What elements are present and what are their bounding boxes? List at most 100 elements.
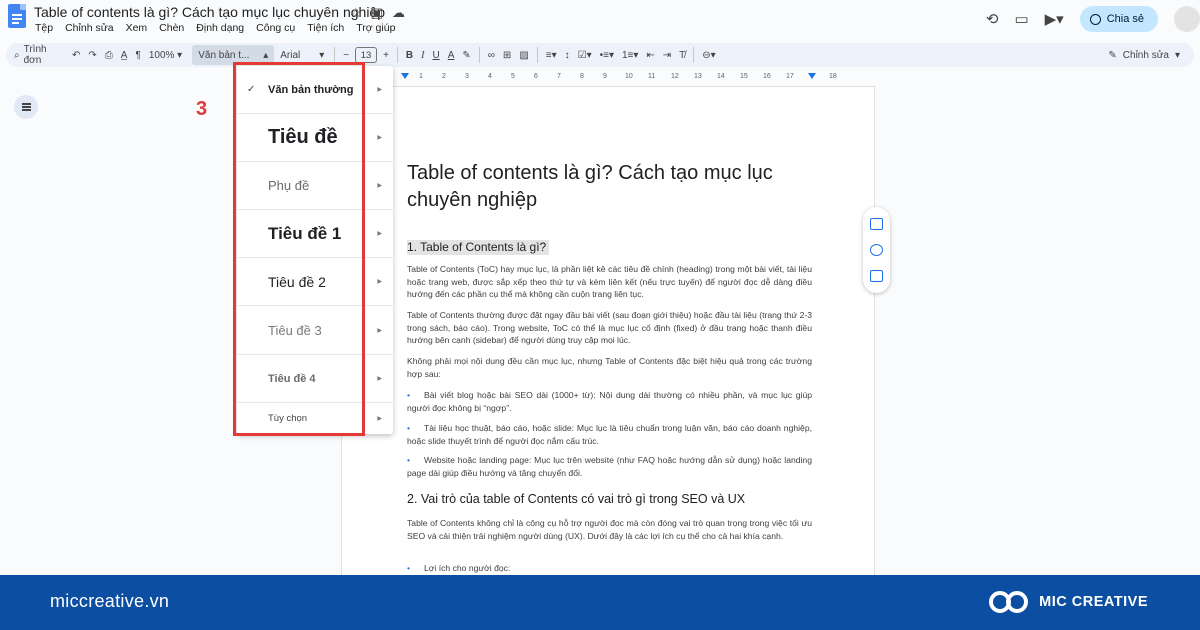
font-size-input[interactable]: 13 bbox=[355, 47, 378, 63]
website-url[interactable]: miccreative.vn bbox=[50, 591, 169, 612]
highlight-frame bbox=[233, 62, 365, 436]
footer-banner: miccreative.vn MIC CREATIVE bbox=[0, 575, 1200, 630]
right-indent-marker[interactable] bbox=[808, 73, 816, 79]
zoom-select[interactable]: 100% ▾ bbox=[145, 45, 186, 65]
paragraph[interactable]: Table of Contents không chỉ là công cụ h… bbox=[407, 517, 812, 542]
menu-edit[interactable]: Chỉnh sửa bbox=[64, 22, 114, 34]
ruler-tick: 4 bbox=[488, 73, 492, 80]
list-item-text: Lợi ích cho người đọc: bbox=[424, 563, 511, 573]
heading-1-selected[interactable]: 1. Table of Contents là gì? bbox=[407, 240, 550, 255]
paint-format-icon[interactable]: ¶ bbox=[131, 45, 144, 65]
zoom-value: 100% bbox=[148, 49, 175, 61]
list-item[interactable]: • Bài viết blog hoặc bài SEO dài (1000+ t… bbox=[407, 389, 812, 414]
move-folder-icon[interactable]: ▣ bbox=[371, 5, 383, 21]
clear-formatting-icon[interactable]: T̸ bbox=[675, 45, 689, 65]
document-title[interactable]: Table of contents là gì? Cách tạo mục lụ… bbox=[34, 4, 385, 20]
increase-font-size-button[interactable]: + bbox=[379, 45, 393, 65]
share-button[interactable]: Chia sẻ bbox=[1079, 6, 1158, 32]
text-color-icon[interactable]: A bbox=[444, 45, 459, 65]
list-icon bbox=[21, 106, 31, 108]
ruler-tick: 3 bbox=[465, 73, 469, 80]
menu-insert[interactable]: Chèn bbox=[158, 22, 185, 34]
list-item[interactable]: • Tài liệu học thuật, báo cáo, hoặc slide… bbox=[407, 422, 812, 447]
ruler-tick: 17 bbox=[786, 73, 794, 80]
menu-extensions[interactable]: Tiện ích bbox=[306, 22, 345, 34]
docs-logo-icon[interactable] bbox=[8, 4, 26, 28]
heading-2[interactable]: 2. Vai trò của table of Contents có vai … bbox=[407, 492, 745, 506]
add-comment-icon[interactable]: ⊞ bbox=[499, 45, 515, 65]
toolbar-divider bbox=[334, 47, 336, 63]
toolbar-divider bbox=[396, 47, 398, 63]
document-outline-button[interactable] bbox=[14, 95, 38, 119]
left-indent-marker[interactable] bbox=[401, 73, 409, 79]
spellcheck-icon[interactable]: A̲ bbox=[117, 45, 132, 65]
font-value: Arial bbox=[280, 49, 301, 61]
meet-icon[interactable]: ▶▾ bbox=[1045, 10, 1064, 28]
menu-search-label: Trình đơn bbox=[23, 44, 47, 66]
add-comment-icon[interactable] bbox=[870, 218, 883, 230]
title-actions: ☆ ▣ ☁ bbox=[350, 5, 405, 21]
increase-indent-icon[interactable]: ⇥ bbox=[659, 45, 675, 65]
italic-icon[interactable]: I bbox=[417, 45, 428, 65]
ruler-tick: 6 bbox=[534, 73, 538, 80]
print-icon[interactable]: ⎙ bbox=[101, 45, 117, 65]
editing-mode-label: Chỉnh sửa bbox=[1122, 49, 1169, 61]
paragraph[interactable]: Table of Contents (ToC) hay mục lục, là … bbox=[407, 263, 812, 301]
chevron-down-icon: ▾ bbox=[319, 49, 325, 61]
history-icon[interactable]: ⟲ bbox=[986, 10, 999, 28]
list-item[interactable]: • Website hoặc landing page: Mục lục trên… bbox=[407, 454, 812, 479]
arrow-right-icon: ▶ bbox=[377, 135, 382, 141]
ruler[interactable]: 1 2 3 4 5 6 7 8 9 10 11 12 13 14 15 16 1… bbox=[341, 70, 875, 84]
editing-mode-select[interactable]: ✎ Chỉnh sửa ▾ bbox=[1104, 45, 1194, 65]
brand-logo: MIC CREATIVE bbox=[989, 588, 1148, 616]
menu-bar: Tệp Chỉnh sửa Xem Chèn Định dạng Công cụ… bbox=[34, 22, 396, 34]
list-item-text: Tài liệu học thuật, báo cáo, hoặc slide:… bbox=[407, 423, 812, 446]
arrow-right-icon: ▶ bbox=[377, 87, 382, 93]
document-heading-title[interactable]: Table of contents là gì? Cách tạo mục lụ… bbox=[407, 160, 812, 214]
star-icon[interactable]: ☆ bbox=[350, 5, 362, 21]
input-tools-icon[interactable]: ⊖▾ bbox=[698, 45, 719, 65]
arrow-right-icon: ▶ bbox=[377, 279, 382, 285]
list-item-text: Bài viết blog hoặc bài SEO dài (1000+ từ… bbox=[407, 390, 812, 413]
cloud-status-icon[interactable]: ☁ bbox=[392, 5, 405, 21]
link-icon[interactable]: ∞ bbox=[484, 45, 499, 65]
toolbar-divider bbox=[478, 47, 480, 63]
suggest-edit-icon[interactable] bbox=[870, 270, 883, 282]
bullet-icon: • bbox=[407, 423, 411, 433]
menu-view[interactable]: Xem bbox=[125, 22, 149, 34]
brand-name: MIC CREATIVE bbox=[1039, 594, 1148, 610]
avatar[interactable] bbox=[1174, 6, 1200, 32]
menu-format[interactable]: Định dạng bbox=[195, 22, 245, 34]
ruler-tick: 1 bbox=[419, 73, 423, 80]
decrease-indent-icon[interactable]: ⇤ bbox=[642, 45, 658, 65]
align-icon[interactable]: ≡▾ bbox=[542, 45, 561, 65]
highlight-icon[interactable]: ✎ bbox=[458, 45, 474, 65]
comments-icon[interactable]: ▭ bbox=[1014, 10, 1028, 28]
floating-actions bbox=[863, 207, 890, 293]
document-page[interactable]: Table of contents là gì? Cách tạo mục lụ… bbox=[341, 86, 875, 576]
paragraph[interactable]: Không phải mọi nội dung đều cần mục lục,… bbox=[407, 355, 812, 380]
arrow-right-icon: ▶ bbox=[377, 416, 382, 422]
brand-mark-icon bbox=[989, 588, 1031, 616]
numbered-list-icon[interactable]: 1≡▾ bbox=[618, 45, 642, 65]
paragraph[interactable]: Table of Contents thường được đặt ngay đ… bbox=[407, 309, 812, 347]
image-icon[interactable]: ▨ bbox=[515, 45, 532, 65]
checklist-icon[interactable]: ☑▾ bbox=[574, 45, 596, 65]
menu-help[interactable]: Trợ giúp bbox=[355, 22, 396, 34]
undo-icon[interactable]: ↶ bbox=[68, 45, 84, 65]
underline-icon[interactable]: U bbox=[428, 45, 443, 65]
ruler-tick: 5 bbox=[511, 73, 515, 80]
step-number: 3 bbox=[196, 98, 208, 120]
list-item[interactable]: • Lợi ích cho người đọc: bbox=[407, 562, 510, 575]
ruler-tick: 14 bbox=[717, 73, 725, 80]
menu-tools[interactable]: Công cụ bbox=[255, 22, 296, 34]
bullet-icon: • bbox=[407, 563, 411, 573]
menu-file[interactable]: Tệp bbox=[34, 22, 54, 34]
emoji-reaction-icon[interactable] bbox=[870, 244, 883, 256]
line-spacing-icon[interactable]: ↕ bbox=[561, 45, 574, 65]
ruler-tick: 8 bbox=[580, 73, 584, 80]
menu-search-button[interactable]: ⌕ Trình đơn bbox=[6, 44, 68, 66]
redo-icon[interactable]: ↷ bbox=[84, 45, 100, 65]
bulleted-list-icon[interactable]: •≡▾ bbox=[596, 45, 618, 65]
bold-icon[interactable]: B bbox=[402, 45, 417, 65]
